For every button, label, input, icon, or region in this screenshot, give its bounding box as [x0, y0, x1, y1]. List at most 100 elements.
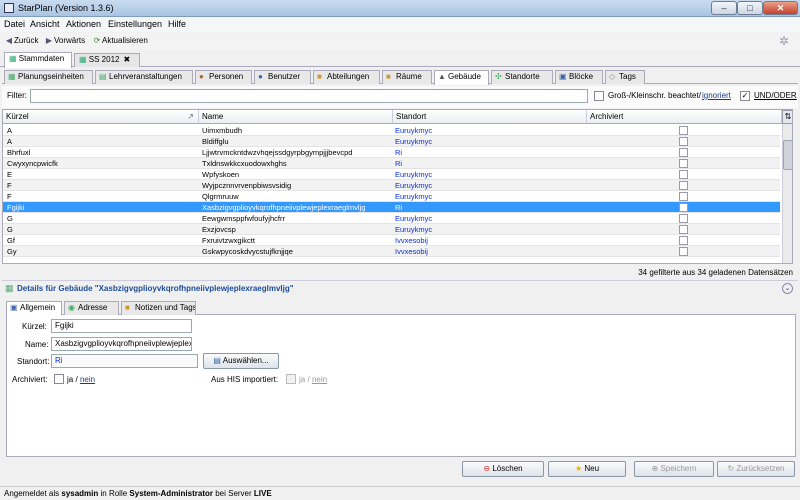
kuerzel-label: Kürzel: [22, 322, 47, 331]
table-row[interactable]: G Eewgwmsppfwfoufyjhcfrr Euruykmyc [3, 213, 780, 224]
cell-standort[interactable]: Ivvxesobij [395, 235, 585, 246]
save-button[interactable]: ⊕ Speichern [634, 461, 714, 477]
tab-planungseinheiten[interactable]: ▦ Planungseinheiten [4, 70, 93, 84]
case-sensitive-checkbox[interactable] [594, 91, 604, 101]
cell-standort[interactable]: Euruykmyc [395, 180, 585, 191]
cell-name: Fxruivtzwxgikctt [202, 236, 255, 245]
close-tab-icon[interactable]: ✖ [123, 55, 130, 64]
ja-option[interactable]: ja [67, 375, 73, 384]
cell-archiviert-checkbox[interactable] [679, 203, 688, 212]
column-header-name[interactable]: Name [199, 110, 393, 124]
archiviert-checkbox[interactable] [54, 374, 64, 384]
table-row[interactable]: F Qlgrmruuw Euruykmyc [3, 191, 780, 202]
cell-standort[interactable]: Euruykmyc [395, 169, 585, 180]
app-icon [4, 3, 14, 13]
kuerzel-field[interactable]: Fgijki [51, 319, 192, 333]
and-or-label[interactable]: UND/ODER [754, 91, 797, 100]
back-button[interactable]: ◀ Zurück [4, 35, 39, 47]
tab-notizen-tags[interactable]: ■ Notizen und Tags [121, 301, 196, 315]
cell-standort[interactable]: Ri [395, 158, 585, 169]
nein-option[interactable]: nein [80, 375, 95, 384]
cell-archiviert-checkbox[interactable] [679, 247, 688, 256]
cell-archiviert-checkbox[interactable] [679, 159, 688, 168]
reset-button[interactable]: ↻ Zurücksetzen [717, 461, 795, 477]
tab-raeume[interactable]: ■ Räume [382, 70, 432, 84]
cell-standort[interactable]: Euruykmyc [395, 213, 585, 224]
cell-archiviert-checkbox[interactable] [679, 126, 688, 135]
tab-allgemein[interactable]: ▣ Allgemein [6, 301, 62, 316]
column-header-standort[interactable]: Standort [393, 110, 587, 124]
standort-field[interactable]: Ri [51, 354, 198, 368]
tab-gebaeude[interactable]: ▲ Gebäude [434, 70, 489, 85]
auswaehlen-button[interactable]: ▤ Auswählen... [203, 353, 279, 369]
filter-input[interactable] [30, 89, 588, 103]
slash-separator: / [307, 375, 310, 384]
tab-adresse[interactable]: ◉ Adresse [64, 301, 119, 315]
tab-lehrveranstaltungen[interactable]: ▤ Lehrveranstaltungen [95, 70, 193, 84]
case-ignore-link[interactable]: ignoriert [702, 91, 731, 100]
tab-abteilungen[interactable]: ■ Abteilungen [313, 70, 380, 84]
column-header-kuerzel[interactable]: Kürzel ↗ [3, 110, 199, 124]
building-icon: ▲ [438, 72, 446, 81]
cell-archiviert-checkbox[interactable] [679, 148, 688, 157]
tab-stammdaten[interactable]: ▦ Stammdaten [4, 52, 72, 68]
forward-button[interactable]: ▶ Vorwärts [44, 35, 85, 47]
cell-archiviert-checkbox[interactable] [679, 170, 688, 179]
cell-standort[interactable]: Ri [395, 202, 585, 213]
menu-hilfe[interactable]: Hilfe [168, 18, 186, 30]
cell-kuerzel: Bhrfuxl [7, 148, 31, 157]
cell-standort[interactable]: Ivvxesobij [395, 246, 585, 257]
cell-archiviert-checkbox[interactable] [679, 214, 688, 223]
table-row[interactable]: Gy Gskwpycoskdvycstujfknjjqe Ivvxesobij [3, 246, 780, 257]
table-row[interactable]: E Wpfyskoen Euruykmyc [3, 169, 780, 180]
table-row[interactable]: A Uimxmbudh Euruykmyc [3, 125, 780, 136]
tab-personen[interactable]: ● Personen [195, 70, 252, 84]
column-header-archiviert[interactable]: Archiviert [587, 110, 782, 124]
tab-benutzer[interactable]: ● Benutzer [254, 70, 311, 84]
cell-kuerzel: E [7, 170, 13, 179]
cell-archiviert-checkbox[interactable] [679, 225, 688, 234]
table-row[interactable]: Fgijki Xasbzigvgplioyvkqrofhpneiivplewjep… [3, 202, 780, 213]
scrollbar-thumb[interactable] [783, 140, 792, 170]
maximize-button[interactable]: □ [737, 1, 763, 15]
cell-standort[interactable]: Ri [395, 147, 585, 158]
workspace-tabs: ▦ Stammdaten ▦ SS 2012 ✖ [0, 51, 800, 68]
menu-aktionen[interactable]: Aktionen [66, 18, 101, 30]
cell-standort[interactable]: Euruykmyc [395, 224, 585, 235]
person-icon: ● [199, 72, 204, 81]
cell-standort[interactable]: Euruykmyc [395, 136, 585, 147]
table-row[interactable]: A Bldiffglu Euruykmyc [3, 136, 780, 147]
table-row[interactable]: Cwyxyncpwicfk Txldnswkkcxuodowxhghs Ri [3, 158, 780, 169]
menu-datei[interactable]: Datei [4, 18, 25, 30]
menu-ansicht[interactable]: Ansicht [30, 18, 60, 30]
tab-standorte[interactable]: ✣ Standorte [491, 70, 553, 84]
cell-standort[interactable]: Euruykmyc [395, 125, 585, 136]
table-row[interactable]: F Wyjpcznnvrvenpbiwsvsidig Euruykmyc [3, 180, 780, 191]
new-button[interactable]: ★ Neu [548, 461, 626, 477]
calendar-icon: ▦ [79, 55, 89, 64]
tab-ss2012[interactable]: ▦ SS 2012 ✖ [74, 53, 140, 67]
cell-archiviert-checkbox[interactable] [679, 192, 688, 201]
filter-row: Filter: Groß-/Kleinschr. beachtet/ ignor… [2, 86, 798, 108]
cell-archiviert-checkbox[interactable] [679, 181, 688, 190]
block-icon: ▣ [559, 72, 567, 81]
table-row[interactable]: Bhrfuxl Ljjwtrvmckntdwzvhqejssdgyrpbgympj… [3, 147, 780, 158]
table-scrollbar[interactable] [782, 110, 792, 263]
delete-button[interactable]: ⊖ Löschen [462, 461, 544, 477]
cell-archiviert-checkbox[interactable] [679, 137, 688, 146]
cell-standort[interactable]: Euruykmyc [395, 191, 585, 202]
close-button[interactable]: ✕ [763, 1, 798, 15]
tab-tags[interactable]: ◇ Tags [605, 70, 645, 84]
cell-archiviert-checkbox[interactable] [679, 236, 688, 245]
table-row[interactable]: Gf Fxruivtzwxgikctt Ivvxesobij [3, 235, 780, 246]
menu-einstellungen[interactable]: Einstellungen [108, 18, 162, 30]
column-selector-icon[interactable]: ⇅ [782, 110, 792, 124]
collapse-icon[interactable]: ⌄ [782, 283, 793, 294]
minimize-button[interactable]: – [711, 1, 737, 15]
name-field[interactable]: Xasbzigvgplioyvkqrofhpneiivplewjeplexrae… [51, 337, 192, 351]
and-or-checkbox[interactable]: ✓ [740, 91, 750, 101]
tab-bloecke[interactable]: ▣ Blöcke [555, 70, 603, 84]
cell-name: Txldnswkkcxuodowxhghs [202, 159, 287, 168]
refresh-button[interactable]: ⟳ Aktualisieren [92, 35, 148, 47]
table-row[interactable]: G Exzjovcsp Euruykmyc [3, 224, 780, 235]
